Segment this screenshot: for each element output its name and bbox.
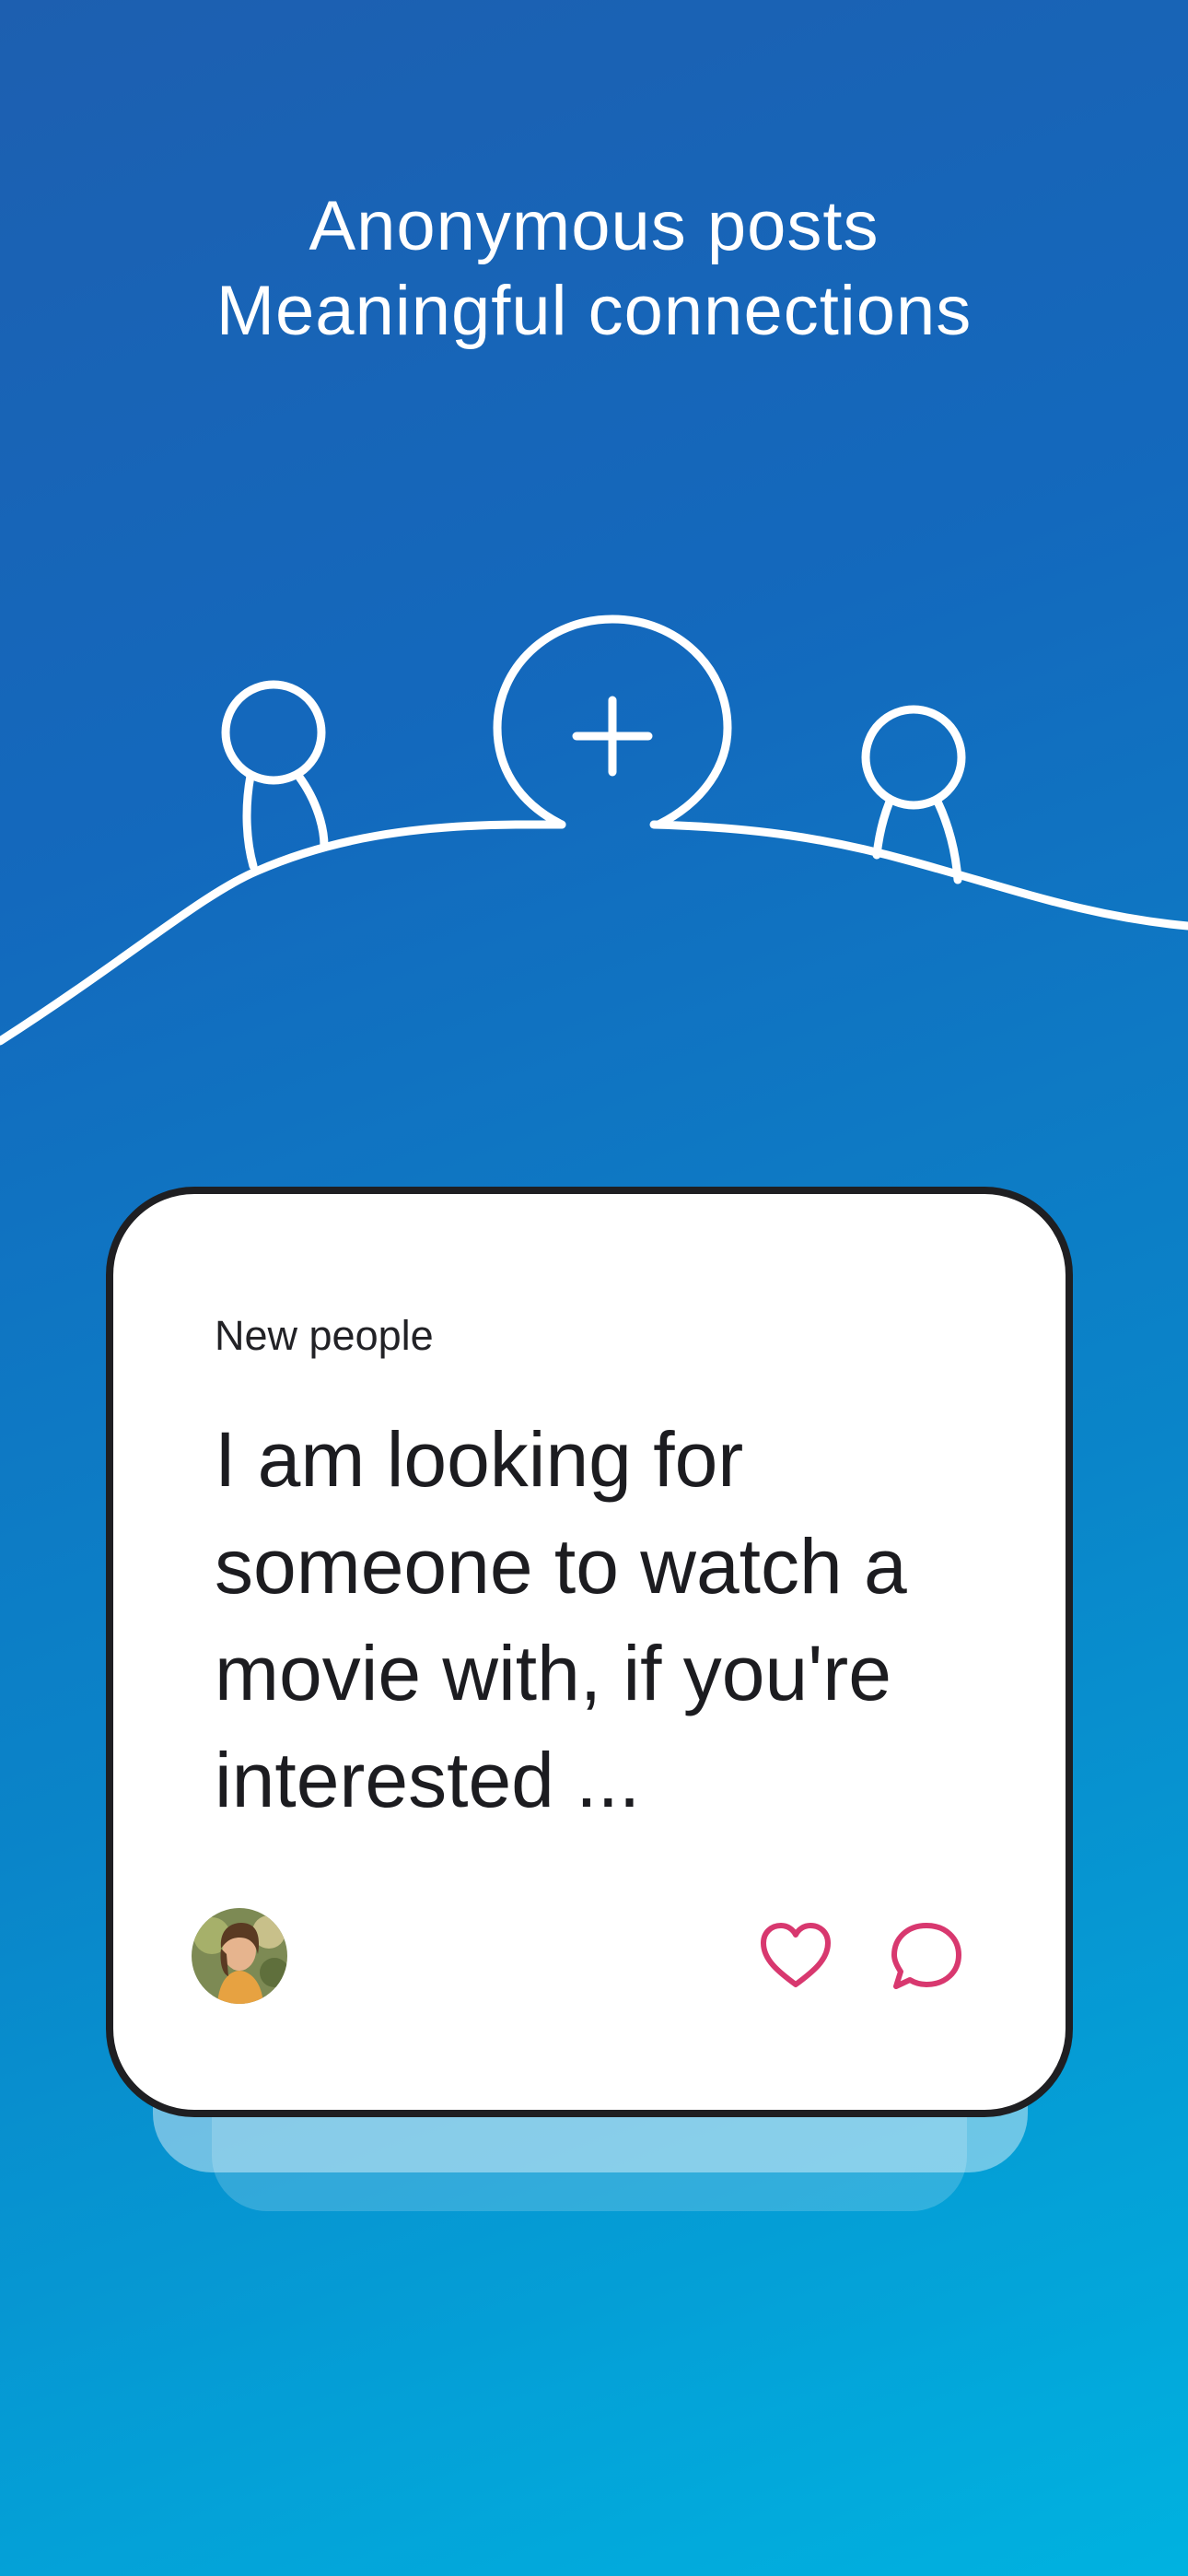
hero-line-2: Meaningful connections <box>215 272 973 350</box>
add-post-icon <box>493 615 732 829</box>
community-illustration <box>0 615 1188 1046</box>
speech-bubble-icon <box>891 1923 961 1989</box>
user-avatar[interactable] <box>192 1908 287 2004</box>
post-category-label: New people <box>215 1312 434 1359</box>
hero-line-1: Anonymous posts <box>309 187 879 265</box>
person-icon <box>221 680 329 871</box>
person-icon <box>861 705 966 884</box>
hero-headline: Anonymous posts Meaningful connections <box>0 184 1188 354</box>
hill-line <box>0 820 566 1046</box>
post-card[interactable]: New people I am looking for someone to w… <box>106 1187 1073 2117</box>
heart-icon <box>761 1923 831 1987</box>
hill-line-right <box>649 820 1188 931</box>
post-text: I am looking for someone to watch a movi… <box>215 1416 907 1823</box>
like-button[interactable] <box>758 1918 833 1994</box>
comment-button[interactable] <box>889 1918 964 1994</box>
